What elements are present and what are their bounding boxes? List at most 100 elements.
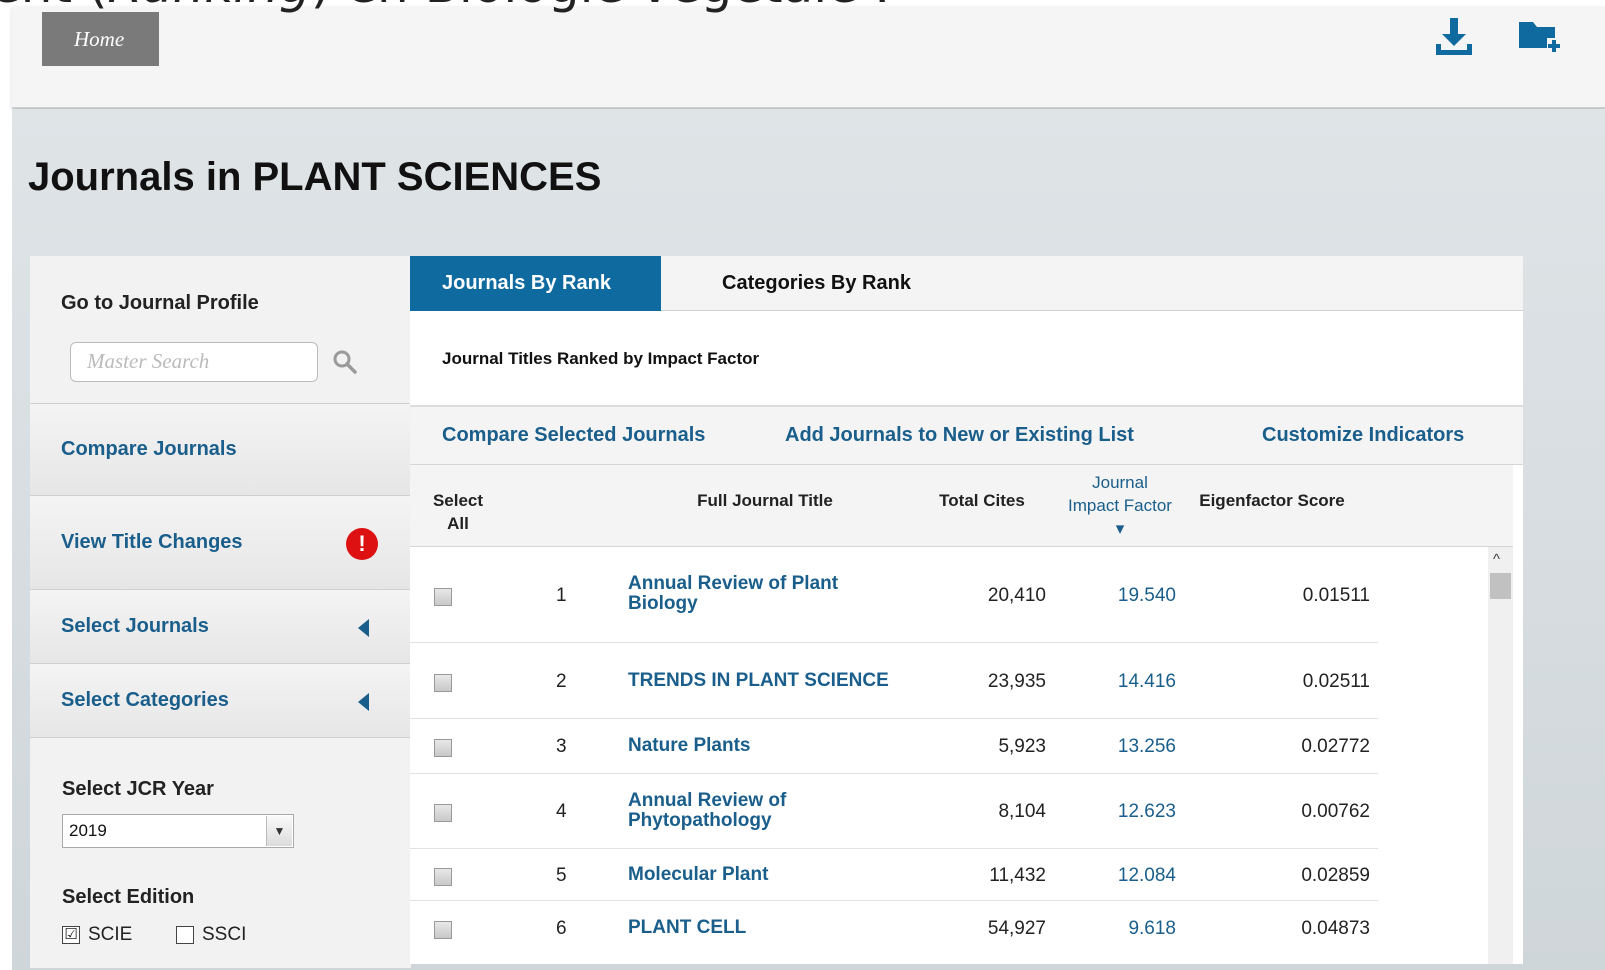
journal-title-link[interactable]: Nature Plants [628, 736, 888, 756]
expand-left-icon [358, 693, 369, 711]
caption-prefix: ent ( [0, 0, 107, 14]
jif-link[interactable]: 12.623 [1090, 801, 1176, 823]
expand-left-icon [358, 619, 369, 637]
tab-categories-by-rank[interactable]: Categories By Rank [722, 256, 911, 311]
jif-link[interactable]: 13.256 [1090, 736, 1176, 758]
tab-bar: Journals By Rank Categories By Rank [410, 256, 1523, 311]
total-cites-cell: 54,927 [987, 918, 1046, 939]
edition-scie-checkbox[interactable]: ☑ [62, 926, 80, 944]
overlay-caption: ent (Ranking) en Biologie végétale : [0, 0, 891, 10]
eigenfactor-cell: 0.04873 [1301, 918, 1370, 939]
jcr-year-select[interactable]: 2019 ▼ [62, 814, 294, 848]
eigenfactor-cell: 0.01511 [1302, 585, 1370, 606]
table-row: 6 PLANT CELL 54,927 9.618 0.04873 [410, 901, 1378, 964]
year-edition-section: Select JCR Year 2019 ▼ Select Edition ☑ … [30, 738, 411, 968]
home-button[interactable]: Home [42, 12, 159, 66]
jif-link[interactable]: 12.084 [1090, 865, 1176, 887]
jcr-year-value: 2019 [69, 821, 107, 840]
rank-cell: 6 [556, 918, 567, 939]
row-checkbox[interactable] [434, 588, 452, 606]
download-icon[interactable] [1432, 14, 1476, 58]
total-cites-cell: 23,935 [987, 671, 1046, 692]
top-bar: Home [12, 6, 1605, 108]
eigenfactor-cell: 0.00762 [1301, 801, 1370, 822]
page-title: Journals in PLANT SCIENCES [28, 155, 602, 199]
rank-cell: 4 [556, 801, 567, 822]
journal-title-link[interactable]: PLANT CELL [628, 918, 888, 938]
action-bar: Compare Selected Journals Add Journals t… [410, 407, 1523, 465]
journal-profile-section: Go to Journal Profile Master Search [30, 256, 411, 404]
alert-icon: ! [346, 528, 378, 560]
select-journals-item[interactable]: Select Journals [30, 590, 411, 664]
edition-scie-option[interactable]: ☑ SCIE [62, 924, 132, 946]
eigenfactor-cell: 0.02859 [1301, 865, 1370, 886]
caption-suffix: ) en Biologie végétale : [311, 0, 891, 14]
compare-journals-label: Compare Journals [61, 438, 237, 460]
journal-title-link[interactable]: Annual Review of Plant Biology [628, 574, 888, 614]
edition-scie-label: SCIE [88, 924, 133, 945]
master-search-input[interactable]: Master Search [70, 342, 318, 382]
table-row: 1 Annual Review of Plant Biology 20,410 … [410, 547, 1378, 643]
title-changes-label: View Title Changes [61, 531, 243, 553]
journal-title-link[interactable]: TRENDS IN PLANT SCIENCE [628, 671, 928, 691]
customize-indicators-button[interactable]: Customize Indicators [1262, 424, 1464, 447]
compare-selected-button[interactable]: Compare Selected Journals [442, 424, 705, 447]
journal-title-link[interactable]: Annual Review of Phytopathology [628, 791, 858, 831]
jif-link[interactable]: 19.540 [1090, 585, 1176, 607]
select-all-header[interactable]: Select All [426, 489, 490, 535]
table-row: 5 Molecular Plant 11,432 12.084 0.02859 [410, 849, 1378, 901]
jif-link[interactable]: 9.618 [1090, 918, 1176, 940]
tab-journals-by-rank[interactable]: Journals By Rank [410, 256, 661, 311]
jcr-year-label: Select JCR Year [62, 778, 214, 800]
ranked-by-caption: Journal Titles Ranked by Impact Factor [442, 349, 760, 368]
rank-cell: 5 [556, 865, 567, 886]
edition-label: Select Edition [62, 886, 195, 908]
row-checkbox[interactable] [434, 868, 452, 886]
table-body: 1 Annual Review of Plant Biology 20,410 … [410, 547, 1378, 964]
total-cites-cell: 20,410 [987, 585, 1046, 606]
table-row: 3 Nature Plants 5,923 13.256 0.02772 [410, 719, 1378, 774]
eigenfactor-cell: 0.02511 [1302, 671, 1370, 692]
total-cites-cell: 5,923 [998, 736, 1046, 757]
caption-italic: Ranking [107, 0, 310, 14]
total-cites-cell: 8,104 [998, 801, 1046, 822]
profile-label: Go to Journal Profile [61, 292, 259, 314]
edition-ssci-option[interactable]: SSCI [176, 924, 246, 946]
sort-desc-icon: ▾ [1115, 519, 1125, 538]
view-title-changes-item[interactable]: View Title Changes ! [30, 496, 411, 590]
table-scrollbar[interactable]: ^ [1488, 547, 1513, 964]
row-checkbox[interactable] [434, 804, 452, 822]
folder-add-icon[interactable] [1517, 14, 1561, 58]
row-checkbox[interactable] [434, 674, 452, 692]
rank-cell: 2 [556, 671, 567, 692]
main-panel: Journals By Rank Categories By Rank Jour… [410, 256, 1523, 964]
select-categories-label: Select Categories [61, 689, 229, 711]
chevron-down-icon: ▼ [266, 816, 292, 846]
scroll-thumb[interactable] [1490, 573, 1511, 599]
select-categories-item[interactable]: Select Categories [30, 664, 411, 738]
rank-cell: 1 [556, 585, 567, 606]
jif-link[interactable]: 14.416 [1090, 671, 1176, 693]
select-journals-label: Select Journals [61, 615, 209, 637]
table-row: 2 TRENDS IN PLANT SCIENCE 23,935 14.416 … [410, 643, 1378, 719]
edition-ssci-checkbox[interactable] [176, 926, 194, 944]
table-header: Select All Full Journal Title Total Cite… [410, 465, 1513, 547]
row-checkbox[interactable] [434, 739, 452, 757]
add-to-list-button[interactable]: Add Journals to New or Existing List [785, 424, 1134, 447]
sidebar: Go to Journal Profile Master Search Comp… [30, 256, 411, 968]
row-checkbox[interactable] [434, 921, 452, 939]
jif-header-label: Journal Impact Factor [1068, 473, 1172, 515]
jif-header[interactable]: Journal Impact Factor ▾ [1066, 471, 1174, 540]
eigenfactor-header[interactable]: Eigenfactor Score [1186, 489, 1358, 512]
full-title-header[interactable]: Full Journal Title [670, 489, 860, 512]
table-row: 4 Annual Review of Phytopathology 8,104 … [410, 774, 1378, 849]
eigenfactor-cell: 0.02772 [1301, 736, 1370, 757]
rank-cell: 3 [556, 736, 567, 757]
compare-journals-item[interactable]: Compare Journals [30, 404, 411, 496]
journal-title-link[interactable]: Molecular Plant [628, 865, 888, 885]
scroll-up-icon[interactable]: ^ [1493, 551, 1500, 568]
search-icon[interactable] [332, 349, 358, 375]
edition-ssci-label: SSCI [202, 924, 247, 945]
total-cites-header[interactable]: Total Cites [930, 489, 1034, 512]
total-cites-cell: 11,432 [989, 865, 1046, 886]
